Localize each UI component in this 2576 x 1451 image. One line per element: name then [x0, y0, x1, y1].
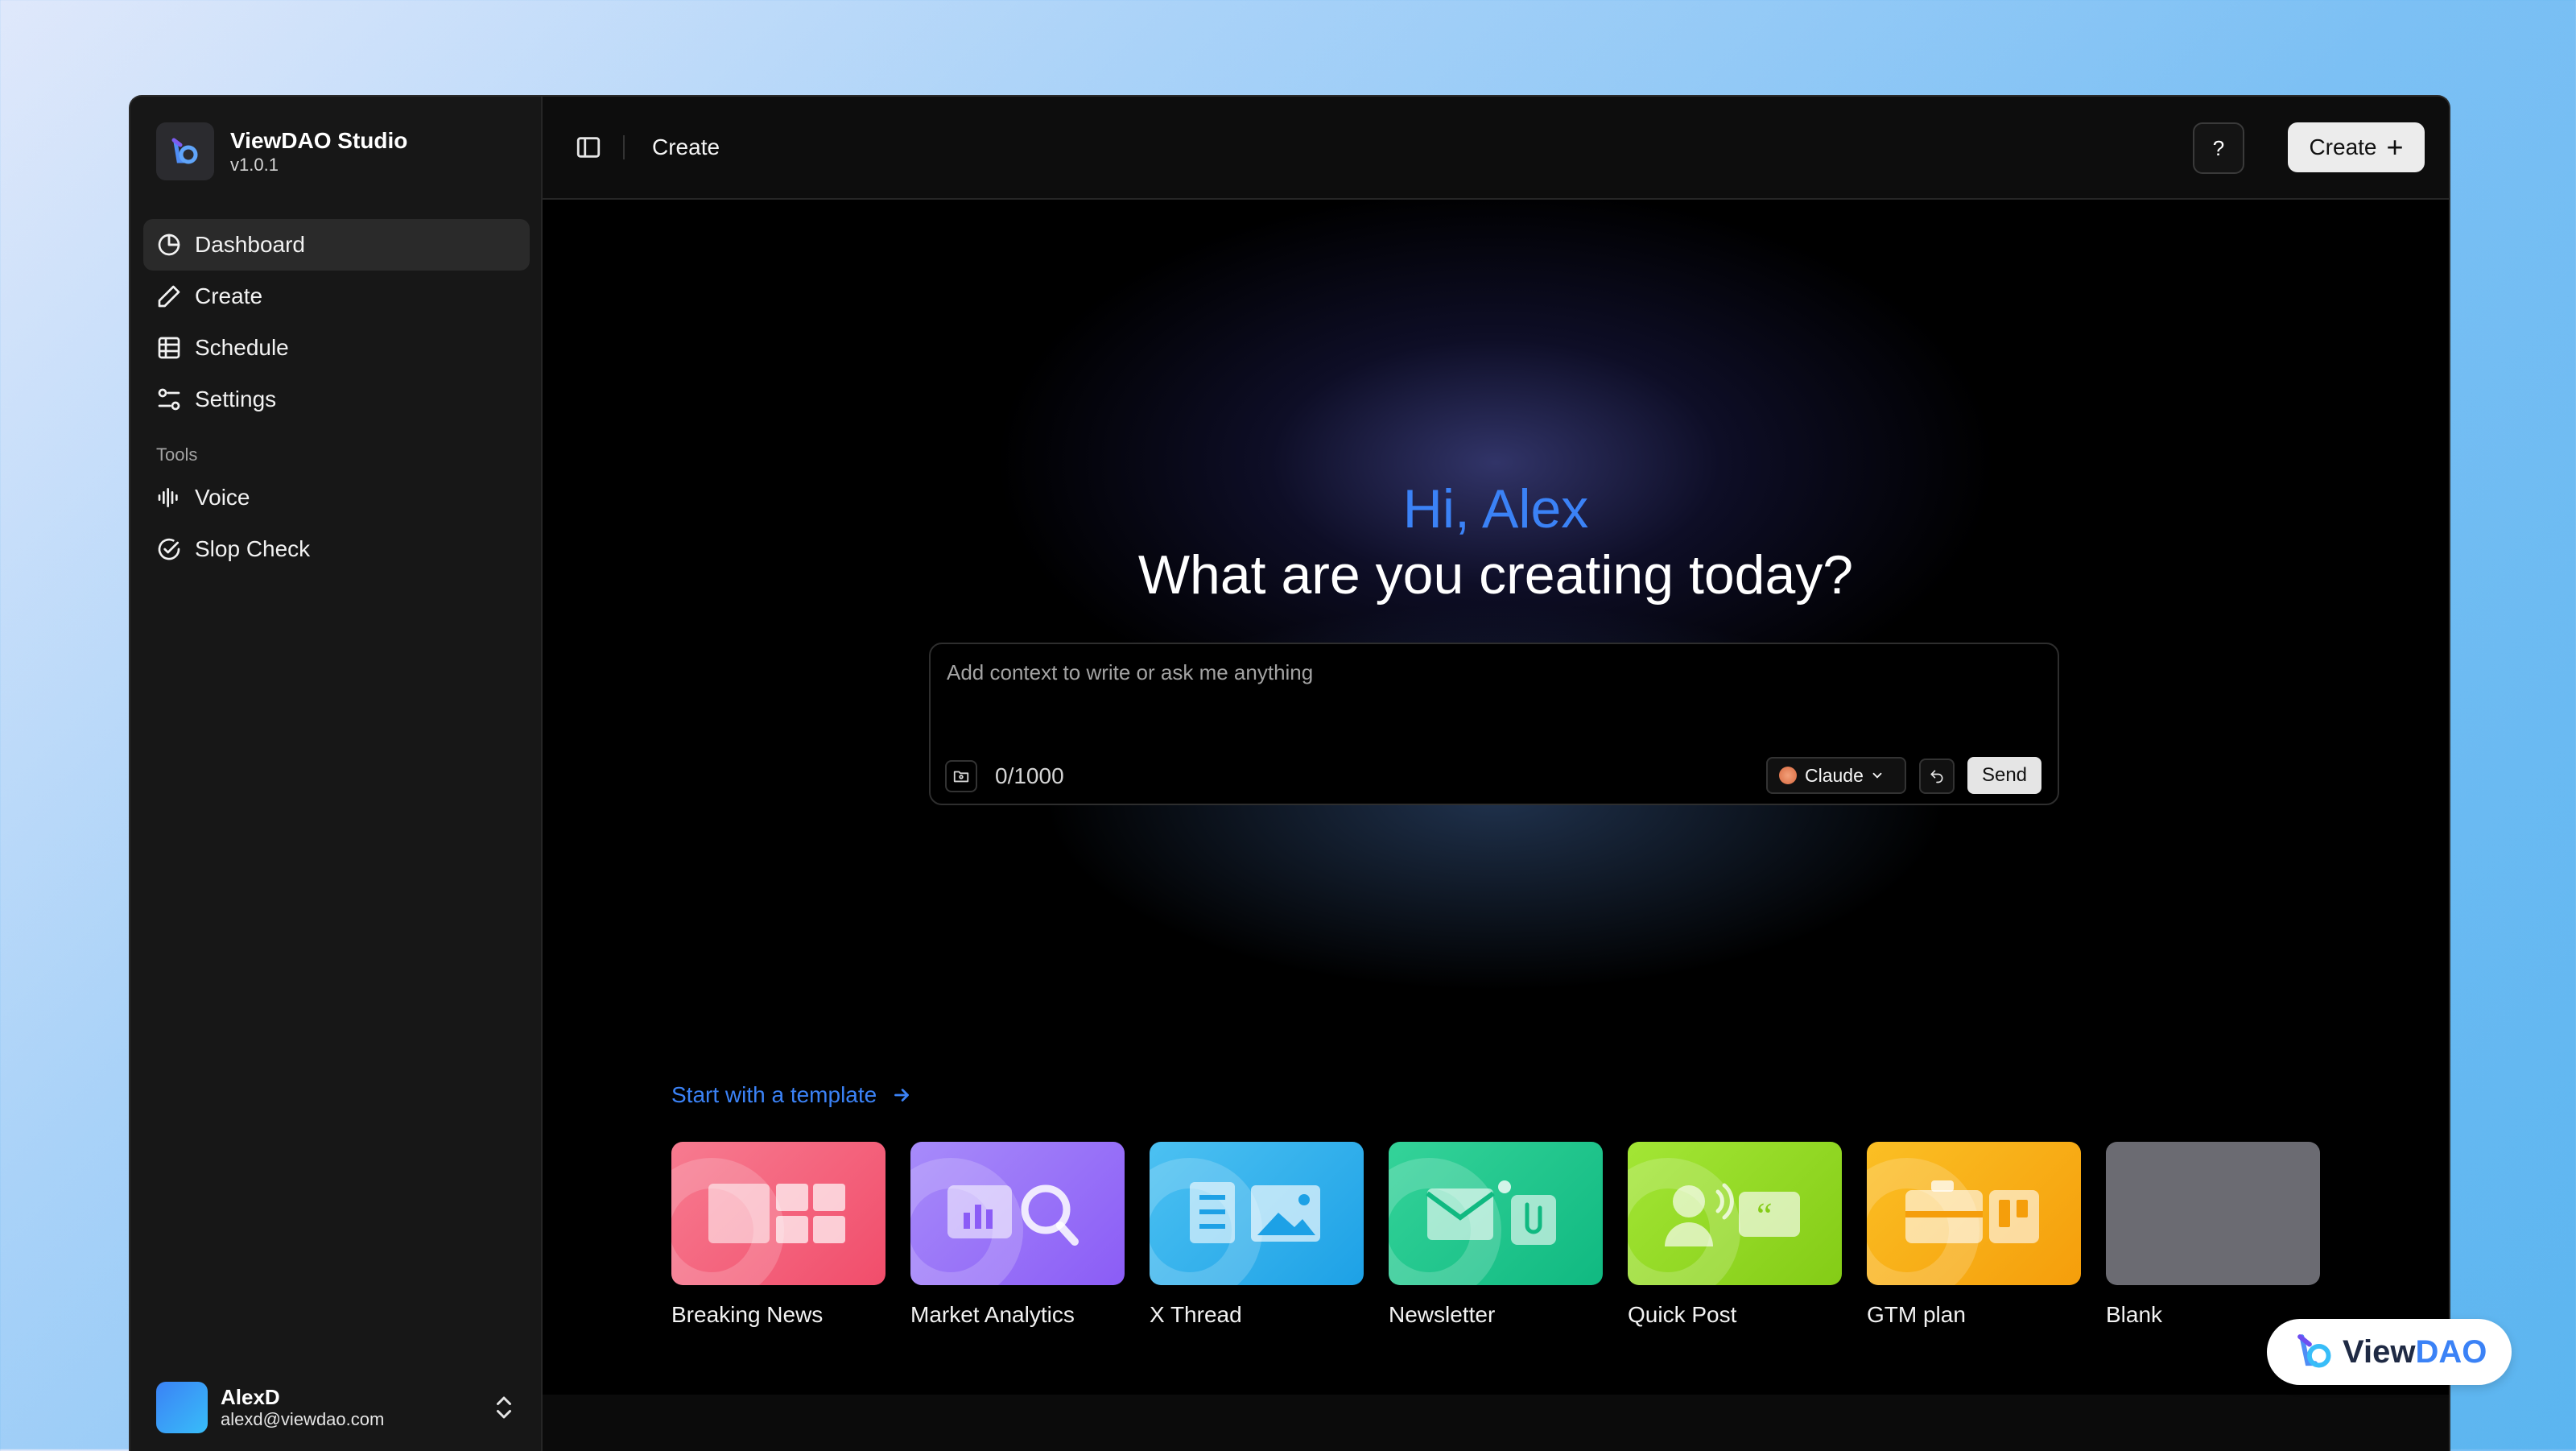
template-newsletter[interactable]: Newsletter	[1389, 1142, 1603, 1329]
sidebar-item-slop-check[interactable]: Slop Check	[143, 523, 530, 575]
chevron-up-down-icon[interactable]	[489, 1393, 518, 1422]
pencil-icon	[158, 285, 180, 308]
tools-section-label: Tools	[156, 444, 198, 465]
app-window: ViewDAO Studio v1.0.1 Dashboard Create S…	[129, 95, 2450, 1451]
footer-area	[543, 1395, 2449, 1451]
sidebar-item-label: Dashboard	[195, 232, 305, 257]
sidebar-toggle-icon[interactable]	[575, 134, 602, 161]
sidebar: ViewDAO Studio v1.0.1 Dashboard Create S…	[130, 97, 543, 1451]
composer: 0/1000 Claude Send	[929, 643, 2059, 805]
sidebar-item-label: Schedule	[195, 335, 289, 360]
template-quick-post[interactable]: “ Quick Post	[1628, 1142, 1842, 1329]
page-title: What are you creating today?	[1137, 544, 1854, 606]
start-template-link[interactable]: Start with a template	[671, 1082, 912, 1108]
send-button[interactable]: Send	[1967, 757, 2041, 794]
plus-icon: +	[2386, 130, 2404, 163]
sidebar-item-label: Voice	[195, 485, 250, 510]
arrow-right-icon	[894, 1089, 910, 1102]
check-circle-icon	[158, 538, 180, 560]
chart-pie-icon	[158, 234, 180, 256]
sidebar-item-voice[interactable]: Voice	[143, 472, 530, 523]
sidebar-item-schedule[interactable]: Schedule	[143, 322, 530, 374]
template-market-analytics[interactable]: Market Analytics	[910, 1142, 1125, 1329]
sidebar-item-label: Create	[195, 283, 263, 308]
briefcase-icon	[1905, 1180, 2039, 1243]
viewdao-badge: ViewDAO	[2267, 1319, 2512, 1385]
template-label: GTM plan	[1867, 1302, 1966, 1327]
template-label: Breaking News	[671, 1302, 824, 1327]
template-list: Breaking News Market Analytics X Thread	[671, 1142, 2345, 1329]
user-name: AlexD	[221, 1385, 280, 1409]
speaker-icon: “	[1665, 1183, 1800, 1246]
svg-text:“: “	[1757, 1196, 1773, 1235]
app-name: ViewDAO Studio	[230, 128, 408, 153]
waveform-icon	[158, 488, 178, 507]
claude-icon	[1779, 767, 1797, 784]
divider	[623, 135, 625, 159]
table-grid-icon	[158, 337, 180, 359]
create-button-label: Create	[2309, 134, 2377, 159]
viewdao-logo-icon	[2297, 1334, 2331, 1368]
undo-button[interactable]	[1919, 759, 1955, 794]
help-button[interactable]: ?	[2193, 122, 2244, 174]
undo-icon	[1930, 770, 1943, 783]
template-label: Market Analytics	[910, 1302, 1075, 1327]
sidebar-item-label: Settings	[195, 387, 277, 411]
breadcrumb: Create	[652, 134, 720, 159]
template-label: Quick Post	[1628, 1302, 1737, 1327]
char-count: 0/1000	[995, 763, 1064, 788]
badge-dao: DAO	[2415, 1333, 2487, 1370]
create-button[interactable]: Create +	[2288, 122, 2425, 172]
template-gtm-plan[interactable]: GTM plan	[1867, 1142, 2081, 1329]
sidebar-nav: Dashboard Create Schedule Settings Tools…	[143, 219, 530, 575]
app-version: v1.0.1	[230, 155, 279, 175]
folder-icon	[953, 771, 969, 783]
app-logo-icon	[156, 122, 214, 180]
template-x-thread[interactable]: X Thread	[1150, 1142, 1364, 1329]
greeting: Hi, Alex	[1402, 478, 1589, 539]
template-breaking-news[interactable]: Breaking News	[671, 1142, 886, 1329]
model-select[interactable]: Claude	[1766, 757, 1906, 794]
template-label: Newsletter	[1389, 1302, 1496, 1327]
template-label: X Thread	[1150, 1302, 1242, 1327]
sliders-icon	[158, 388, 180, 411]
sidebar-item-dashboard[interactable]: Dashboard	[143, 219, 530, 271]
chevron-down-icon	[1872, 772, 1882, 779]
model-label: Claude	[1805, 764, 1864, 786]
user-email: alexd@viewdao.com	[221, 1409, 385, 1429]
topbar: Create ? Create +	[543, 97, 2449, 200]
brand[interactable]: ViewDAO Studio v1.0.1	[156, 122, 407, 180]
avatar	[156, 1382, 208, 1433]
sidebar-item-create[interactable]: Create	[143, 271, 530, 322]
prompt-input[interactable]	[945, 655, 2043, 689]
sidebar-item-settings[interactable]: Settings	[143, 374, 530, 425]
thread-icon	[1190, 1182, 1320, 1243]
main-content: Hi, Alex What are you creating today? 0/…	[543, 200, 2449, 1395]
user-menu[interactable]: AlexD alexd@viewdao.com	[156, 1380, 518, 1435]
template-link-label: Start with a template	[671, 1082, 877, 1107]
template-blank[interactable]: Blank	[2106, 1142, 2320, 1329]
mail-icon	[1426, 1180, 1556, 1245]
analytics-icon	[947, 1184, 1079, 1246]
sidebar-item-label: Slop Check	[195, 536, 311, 561]
layout-icon	[708, 1184, 845, 1243]
attach-folder-button[interactable]	[945, 760, 977, 792]
badge-view: View	[2343, 1333, 2416, 1370]
